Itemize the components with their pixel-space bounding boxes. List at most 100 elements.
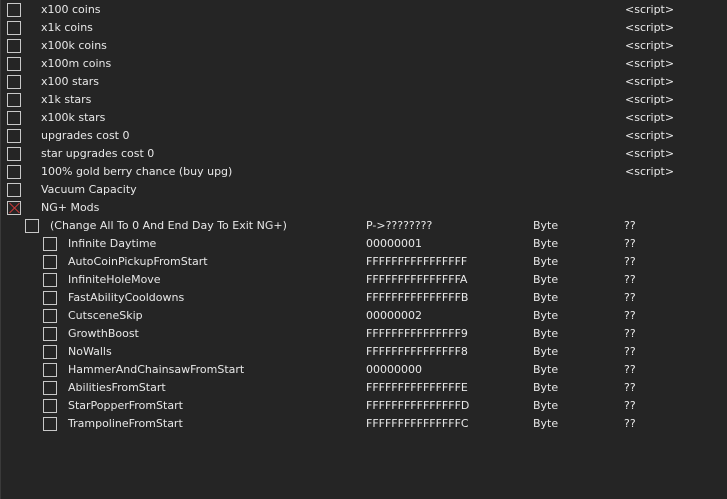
row-value[interactable]: <script>: [625, 111, 674, 125]
table-row[interactable]: x1k stars <script>: [0, 91, 727, 109]
active-checkbox[interactable]: [25, 219, 39, 233]
row-type[interactable]: Byte: [533, 399, 558, 413]
row-address[interactable]: 00000000: [366, 363, 422, 377]
row-description[interactable]: x100k stars: [41, 111, 105, 125]
row-description[interactable]: (Change All To 0 And End Day To Exit NG+…: [50, 219, 287, 233]
table-row[interactable]: InfiniteHoleMove FFFFFFFFFFFFFFFA Byte??: [0, 271, 727, 289]
row-type[interactable]: Byte: [533, 345, 558, 359]
row-address[interactable]: FFFFFFFFFFFFFFFE: [366, 381, 468, 395]
row-value[interactable]: <script>: [625, 147, 674, 161]
row-value[interactable]: ??: [624, 237, 636, 251]
table-row[interactable]: x100k stars <script>: [0, 109, 727, 127]
active-checkbox[interactable]: [7, 93, 21, 107]
table-row[interactable]: upgrades cost 0 <script>: [0, 127, 727, 145]
active-checkbox[interactable]: [7, 3, 21, 17]
row-description[interactable]: x100k coins: [41, 39, 107, 53]
table-row[interactable]: NG+ Mods: [0, 199, 727, 217]
row-description[interactable]: StarPopperFromStart: [68, 399, 183, 413]
row-value[interactable]: <script>: [625, 75, 674, 89]
active-checkbox[interactable]: [7, 183, 21, 197]
active-checkbox[interactable]: [7, 201, 21, 215]
row-description[interactable]: 100% gold berry chance (buy upg): [41, 165, 232, 179]
row-type[interactable]: Byte: [533, 219, 558, 233]
table-row[interactable]: Vacuum Capacity: [0, 181, 727, 199]
table-row[interactable]: HammerAndChainsawFromStart 00000000 Byte??: [0, 361, 727, 379]
table-row[interactable]: x100k coins <script>: [0, 37, 727, 55]
active-checkbox[interactable]: [7, 111, 21, 125]
active-checkbox[interactable]: [7, 39, 21, 53]
table-row[interactable]: StarPopperFromStart FFFFFFFFFFFFFFFD Byte?…: [0, 397, 727, 415]
row-description[interactable]: InfiniteHoleMove: [68, 273, 161, 287]
row-description[interactable]: x1k stars: [41, 93, 91, 107]
table-row[interactable]: x100 stars <script>: [0, 73, 727, 91]
row-value[interactable]: ??: [624, 219, 636, 233]
row-value[interactable]: <script>: [625, 21, 674, 35]
row-value[interactable]: ??: [624, 291, 636, 305]
row-value[interactable]: ??: [624, 363, 636, 377]
row-address[interactable]: FFFFFFFFFFFFFFFA: [366, 273, 467, 287]
row-address[interactable]: 00000001: [366, 237, 422, 251]
row-description[interactable]: AbilitiesFromStart: [68, 381, 166, 395]
row-value[interactable]: <script>: [625, 39, 674, 53]
table-row[interactable]: star upgrades cost 0 <script>: [0, 145, 727, 163]
row-description[interactable]: star upgrades cost 0: [41, 147, 154, 161]
row-value[interactable]: ??: [624, 345, 636, 359]
row-address[interactable]: FFFFFFFFFFFFFFFF: [366, 255, 467, 269]
row-description[interactable]: NoWalls: [68, 345, 112, 359]
row-value[interactable]: <script>: [625, 3, 674, 17]
table-row[interactable]: NoWalls FFFFFFFFFFFFFFF8 Byte??: [0, 343, 727, 361]
active-checkbox[interactable]: [43, 273, 57, 287]
table-row[interactable]: x100 coins <script>: [0, 1, 727, 19]
row-type[interactable]: Byte: [533, 273, 558, 287]
row-value[interactable]: <script>: [625, 57, 674, 71]
row-address[interactable]: FFFFFFFFFFFFFFFD: [366, 399, 469, 413]
row-value[interactable]: <script>: [625, 93, 674, 107]
row-description[interactable]: x1k coins: [41, 21, 93, 35]
row-type[interactable]: Byte: [533, 309, 558, 323]
active-checkbox[interactable]: [43, 417, 57, 431]
row-address[interactable]: FFFFFFFFFFFFFFFB: [366, 291, 468, 305]
row-description[interactable]: CutsceneSkip: [68, 309, 143, 323]
row-description[interactable]: HammerAndChainsawFromStart: [68, 363, 244, 377]
row-value[interactable]: <script>: [625, 129, 674, 143]
table-row[interactable]: 100% gold berry chance (buy upg) <script>: [0, 163, 727, 181]
active-checkbox[interactable]: [7, 21, 21, 35]
active-checkbox[interactable]: [7, 165, 21, 179]
row-description[interactable]: NG+ Mods: [41, 201, 99, 215]
row-address[interactable]: P->????????: [366, 219, 432, 233]
row-type[interactable]: Byte: [533, 237, 558, 251]
table-row[interactable]: GrowthBoost FFFFFFFFFFFFFFF9 Byte??: [0, 325, 727, 343]
row-description[interactable]: upgrades cost 0: [41, 129, 130, 143]
row-description[interactable]: FastAbilityCooldowns: [68, 291, 184, 305]
row-value[interactable]: ??: [624, 255, 636, 269]
active-checkbox[interactable]: [7, 147, 21, 161]
active-checkbox[interactable]: [43, 381, 57, 395]
table-row[interactable]: AutoCoinPickupFromStart FFFFFFFFFFFFFFFF B…: [0, 253, 727, 271]
active-checkbox[interactable]: [43, 327, 57, 341]
row-value[interactable]: ??: [624, 381, 636, 395]
row-address[interactable]: FFFFFFFFFFFFFFF9: [366, 327, 468, 341]
active-checkbox[interactable]: [43, 291, 57, 305]
table-row[interactable]: CutsceneSkip 00000002 Byte??: [0, 307, 727, 325]
active-checkbox[interactable]: [43, 237, 57, 251]
row-value[interactable]: ??: [624, 399, 636, 413]
table-row[interactable]: (Change All To 0 And End Day To Exit NG+…: [0, 217, 727, 235]
active-checkbox[interactable]: [43, 309, 57, 323]
row-description[interactable]: x100m coins: [41, 57, 111, 71]
row-description[interactable]: TrampolineFromStart: [68, 417, 183, 431]
row-description[interactable]: GrowthBoost: [68, 327, 139, 341]
active-checkbox[interactable]: [43, 363, 57, 377]
row-type[interactable]: Byte: [533, 381, 558, 395]
row-description[interactable]: x100 stars: [41, 75, 99, 89]
row-value[interactable]: <script>: [625, 165, 674, 179]
row-type[interactable]: Byte: [533, 363, 558, 377]
row-value[interactable]: ??: [624, 417, 636, 431]
active-checkbox[interactable]: [7, 129, 21, 143]
table-row[interactable]: TrampolineFromStart FFFFFFFFFFFFFFFC Byte?…: [0, 415, 727, 433]
row-description[interactable]: Infinite Daytime: [68, 237, 156, 251]
table-row[interactable]: AbilitiesFromStart FFFFFFFFFFFFFFFE Byte??: [0, 379, 727, 397]
row-description[interactable]: x100 coins: [41, 3, 101, 17]
active-checkbox[interactable]: [7, 75, 21, 89]
row-address[interactable]: 00000002: [366, 309, 422, 323]
row-type[interactable]: Byte: [533, 327, 558, 341]
